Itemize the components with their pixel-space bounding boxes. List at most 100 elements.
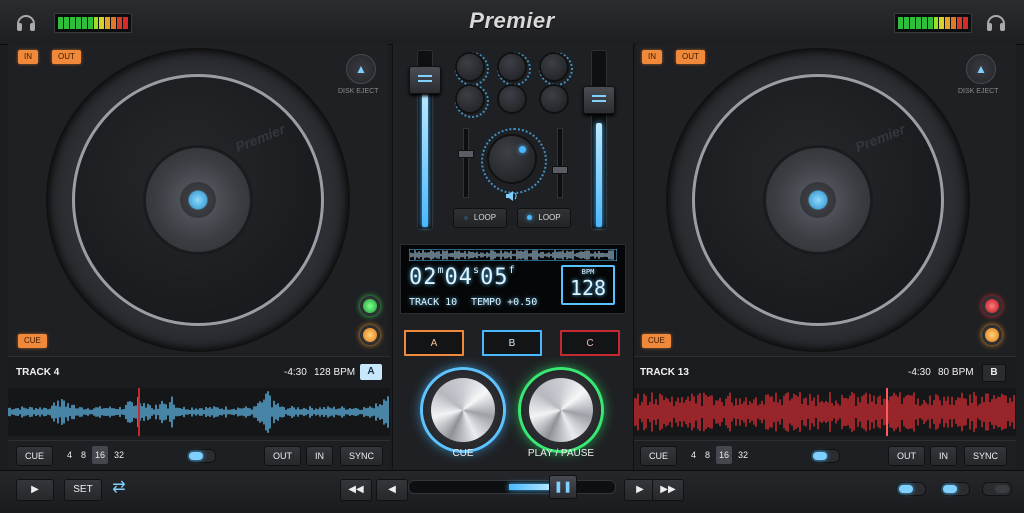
eq-knob[interactable] — [499, 54, 525, 80]
metal-cap — [529, 378, 593, 442]
headphones-icon[interactable] — [14, 10, 38, 34]
red-led[interactable] — [982, 296, 1002, 316]
orange-led[interactable] — [360, 325, 380, 345]
fader-level — [596, 123, 602, 227]
repeat-icon[interactable]: ⇄ — [108, 478, 130, 498]
lcd-frames: 05 — [480, 265, 509, 290]
vu-segment — [915, 17, 921, 29]
sync-button[interactable]: SYNC — [340, 446, 384, 466]
turntable-platter[interactable]: Premier — [668, 50, 968, 350]
track-info-bar: TRACK 13 -4:30 80 BPM B — [634, 356, 1016, 389]
in-button[interactable]: IN — [306, 446, 333, 466]
cue-button[interactable]: CUE — [642, 334, 671, 348]
beat-16[interactable]: 16 — [716, 446, 733, 464]
orange-led[interactable] — [982, 325, 1002, 345]
eq-knob[interactable] — [541, 54, 567, 80]
in-button[interactable]: IN — [642, 50, 662, 64]
loop-button-left[interactable]: LOOP — [453, 208, 507, 228]
in-button[interactable]: IN — [930, 446, 957, 466]
prev-icon[interactable]: ◀ — [376, 479, 408, 501]
deck-controls-left: CUE 4 8 16 32 OUT IN SYNC — [8, 440, 390, 471]
eq-knob[interactable] — [457, 54, 483, 80]
fader-handle[interactable] — [583, 86, 615, 114]
lcd-bpm-label: BPM — [581, 268, 595, 276]
pitch-slider[interactable]: ❚❚ — [408, 475, 616, 499]
out-button[interactable]: OUT — [264, 446, 301, 466]
beat-32[interactable]: 32 — [735, 446, 751, 464]
toggle-switch[interactable] — [896, 482, 926, 496]
vu-segment — [903, 17, 909, 29]
eject-icon[interactable]: ▲ — [346, 54, 376, 84]
waveform-left[interactable] — [7, 388, 390, 436]
sync-button[interactable]: SYNC — [964, 446, 1008, 466]
vu-segment — [909, 17, 915, 29]
pause-icon[interactable]: ❚❚ — [549, 475, 577, 499]
out-button[interactable]: OUT — [52, 50, 81, 64]
eq-knob[interactable] — [541, 86, 567, 112]
fader-handle[interactable] — [409, 66, 441, 94]
waveform-graphic — [7, 391, 389, 433]
toggle-switch[interactable] — [940, 482, 970, 496]
beat-4[interactable]: 4 — [64, 446, 75, 464]
eq-knob[interactable] — [499, 86, 525, 112]
cue-button[interactable]: CUE — [16, 446, 54, 466]
beat-16[interactable]: 16 — [92, 446, 109, 464]
vu-segment — [75, 17, 81, 29]
gain-slider-right[interactable] — [557, 128, 563, 198]
out-button[interactable]: OUT — [676, 50, 705, 64]
lcd-waveform — [409, 249, 617, 261]
lcd-tempo: TEMPO +0.50 — [471, 297, 538, 308]
green-led[interactable] — [360, 296, 380, 316]
record-label — [766, 148, 870, 252]
waveform-right[interactable] — [633, 388, 1016, 436]
eq-knob[interactable] — [457, 86, 483, 112]
set-button[interactable]: SET — [64, 479, 102, 501]
gain-slider-left[interactable] — [463, 128, 469, 198]
beat-8[interactable]: 8 — [78, 446, 89, 464]
master-knob[interactable] — [489, 136, 535, 182]
knob-indicator — [519, 146, 526, 153]
deck-letter[interactable]: B — [982, 364, 1006, 382]
vu-segment — [123, 17, 129, 29]
beat-32[interactable]: 32 — [111, 446, 127, 464]
play-icon[interactable]: ▶ — [16, 479, 54, 501]
slider-handle[interactable] — [458, 150, 474, 158]
headphones-icon[interactable] — [984, 10, 1008, 34]
speaker-icon[interactable] — [505, 190, 519, 202]
cue-button[interactable]: CUE — [18, 334, 47, 348]
app-logo: Premier — [469, 8, 555, 33]
track-info-bar: TRACK 4 -4:30 128 BPM A — [8, 356, 390, 389]
cue-button[interactable]: CUE — [640, 446, 678, 466]
toggle-switch[interactable] — [982, 482, 1012, 496]
out-button[interactable]: OUT — [888, 446, 925, 466]
turntable-platter[interactable]: Premier — [48, 50, 348, 350]
beat-8[interactable]: 8 — [702, 446, 713, 464]
button-a[interactable]: A — [404, 330, 464, 356]
button-c[interactable]: C — [560, 330, 620, 356]
track-name: TRACK 4 — [16, 367, 60, 378]
loop-button-right[interactable]: LOOP — [517, 208, 571, 228]
record-label — [146, 148, 250, 252]
loop-led — [527, 215, 533, 221]
slider-handle[interactable] — [552, 166, 568, 174]
vu-segment — [93, 17, 99, 29]
button-b[interactable]: B — [482, 330, 542, 356]
deck-letter[interactable]: A — [360, 364, 382, 380]
toggle-switch[interactable] — [810, 449, 840, 463]
vu-segment — [898, 17, 903, 29]
cue-jog-button[interactable] — [423, 370, 503, 450]
vu-segment — [951, 17, 957, 29]
lcd-minutes: 02 — [409, 265, 438, 290]
fast-forward-icon[interactable]: ▶▶ — [652, 479, 684, 501]
eject-icon[interactable]: ▲ — [966, 54, 996, 84]
channel-fader-right[interactable] — [591, 50, 607, 230]
beat-4[interactable]: 4 — [688, 446, 699, 464]
play-pause-button[interactable] — [521, 370, 601, 450]
cue-label: CUE — [452, 448, 474, 459]
play-pause-label: PLAY / PAUSE — [527, 448, 595, 459]
toggle-switch[interactable] — [186, 449, 216, 463]
vu-segment — [921, 17, 927, 29]
in-button[interactable]: IN — [18, 50, 38, 64]
eject-label: DISK EJECT — [338, 88, 379, 95]
rewind-icon[interactable]: ◀◀ — [340, 479, 372, 501]
